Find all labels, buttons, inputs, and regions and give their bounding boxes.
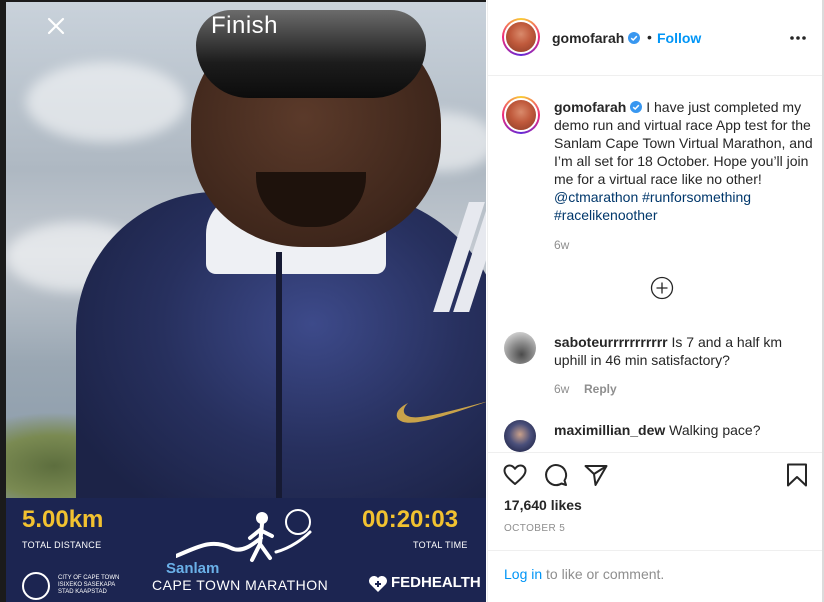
cloud: [26, 62, 186, 142]
commenter-avatar[interactable]: [504, 420, 536, 452]
post-caption: gomofarah I have just completed my demo …: [554, 98, 814, 224]
post-sidebar: gomofarah • Follow gomofarah I have just…: [487, 0, 823, 602]
login-prompt: Log in to like or comment.: [504, 566, 664, 582]
author-username[interactable]: gomofarah: [552, 30, 641, 46]
fedhealth-name: FEDHEALTH: [391, 574, 481, 591]
time-label: TOTAL TIME: [413, 540, 468, 550]
caption-username[interactable]: gomofarah: [554, 99, 626, 115]
distance-value: 5.00km: [22, 506, 104, 533]
comment-username[interactable]: maximillian_dew: [554, 422, 665, 438]
more-options-icon[interactable]: [788, 30, 808, 46]
load-more-comments-icon[interactable]: [650, 276, 674, 300]
fedhealth-logo-icon: [369, 576, 387, 592]
comment-icon[interactable]: [543, 462, 569, 488]
finish-label: Finish: [211, 12, 279, 39]
city-seal-icon: [22, 572, 50, 600]
comment-time: 6w: [554, 382, 570, 396]
share-icon[interactable]: [583, 462, 609, 488]
verified-badge-icon: [628, 32, 641, 44]
separator-dot: •: [647, 29, 652, 45]
author-username-text[interactable]: gomofarah: [552, 30, 624, 46]
caption-avatar[interactable]: [502, 96, 540, 134]
login-divider: [488, 550, 823, 551]
swoosh-logo-icon: [396, 401, 486, 423]
comment-item: saboteurrrrrrrrrrr Is 7 and a half km up…: [554, 333, 804, 369]
author-avatar[interactable]: [502, 18, 540, 56]
mention-link[interactable]: @ctmarathon: [554, 189, 638, 205]
commenter-avatar[interactable]: [504, 332, 536, 364]
heart-icon[interactable]: [502, 462, 528, 488]
sanlam-logo: Sanlam: [166, 560, 220, 577]
login-link[interactable]: Log in: [504, 566, 542, 582]
follow-button[interactable]: Follow: [657, 30, 701, 46]
actions-divider: [488, 452, 823, 453]
comment-item: maximillian_dew Walking pace?: [554, 421, 804, 439]
comment-username[interactable]: saboteurrrrrrrrrrr: [554, 334, 668, 350]
reply-button[interactable]: Reply: [584, 382, 617, 396]
header-divider: [488, 75, 823, 76]
post-date: OCTOBER 5: [504, 523, 566, 534]
hashtag-link[interactable]: #runforsomething: [642, 189, 751, 205]
caption-time: 6w: [554, 238, 570, 252]
distance-label: TOTAL DISTANCE: [22, 540, 102, 550]
login-prompt-text: to like or comment.: [542, 566, 665, 582]
close-icon[interactable]: [44, 14, 68, 38]
comment-text: Walking pace?: [669, 422, 761, 438]
bookmark-icon[interactable]: [784, 462, 810, 488]
verified-badge-icon: [630, 101, 643, 113]
post-media[interactable]: Finish 5.00km TOTAL DISTANCE 00:20:03 TO…: [6, 2, 486, 602]
jacket-zipper: [276, 252, 282, 502]
like-count[interactable]: 17,640 likes: [504, 497, 582, 513]
time-value: 00:20:03: [362, 506, 459, 533]
race-name: CAPE TOWN MARATHON: [152, 577, 329, 593]
hashtag-link[interactable]: #racelikenoother: [554, 207, 658, 223]
city-name: CITY OF CAPE TOWN ISIXEKO SASEKAPA STAD …: [58, 575, 120, 595]
race-result-banner: 5.00km TOTAL DISTANCE 00:20:03 TOTAL TIM…: [6, 498, 486, 602]
